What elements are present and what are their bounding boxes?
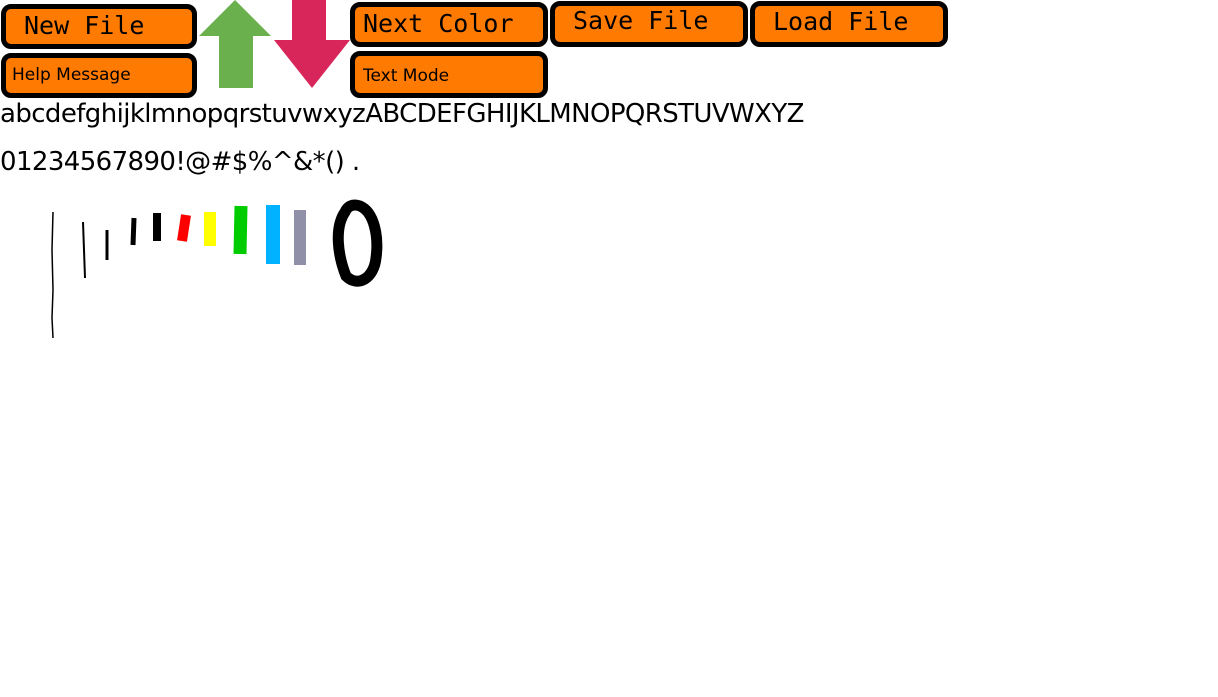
character-reference-symbols: 01234567890!@#$%^&*() . (0, 147, 360, 177)
load-file-button[interactable]: Load File (750, 1, 948, 47)
up-arrow-icon[interactable] (199, 0, 272, 90)
drawn-stroke (130, 217, 137, 246)
next-color-button[interactable]: Next Color (350, 2, 548, 47)
drawn-stroke (82, 221, 86, 279)
drawn-stroke (332, 199, 383, 287)
new-file-button[interactable]: New File (1, 4, 197, 49)
drawn-stroke (233, 205, 248, 255)
text-mode-button[interactable]: Text Mode (350, 51, 548, 98)
help-message-button[interactable]: Help Message (1, 53, 197, 98)
character-reference-letters: abcdefghijklmnopqrstuvwxyzABCDEFGHIJKLMN… (0, 99, 804, 129)
down-arrow-icon[interactable] (274, 0, 350, 90)
drawn-stroke (177, 214, 191, 242)
drawing-canvas[interactable] (0, 190, 1218, 697)
drawn-stroke (51, 211, 54, 339)
save-file-button[interactable]: Save File (550, 1, 748, 47)
